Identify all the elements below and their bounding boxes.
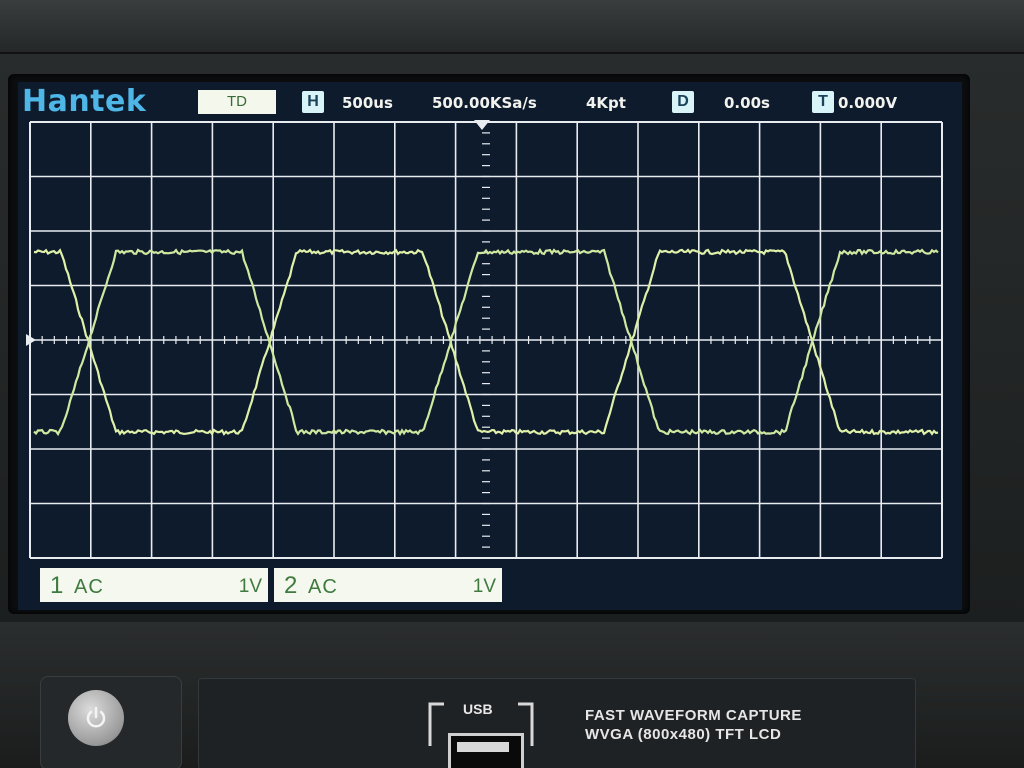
channel-2-info[interactable]: 2 AC 1V [274,568,502,602]
acquisition-mode: TD [198,90,276,114]
power-icon [86,706,106,728]
channel-coupling: AC [74,576,104,598]
channel-coupling: AC [308,576,338,598]
horizontal-marker: H [302,91,324,113]
device-top-edge [0,0,1024,54]
channel-1-info[interactable]: 1 AC 1V [40,568,268,602]
channel-scale: 1V [238,576,262,597]
channel-number: 1 [50,572,64,599]
delay-readout: 0.00s [724,94,770,112]
waveform-display [26,120,943,559]
channel-scale: 1V [472,576,496,597]
trigger-level-readout: 0.000V [838,94,898,112]
delay-marker: D [672,91,694,113]
usb-label: USB [463,701,493,717]
trigger-marker: T [812,91,834,113]
trigger-position-marker [474,120,490,130]
timebase-readout: 500us [342,94,393,112]
channel-1-trace [33,248,939,436]
channel-2-trace [33,247,939,437]
oscilloscope-screen: Hantek TD H 500us 500.00KSa/s 4Kpt D 0.0… [18,82,962,610]
feature-line-2: WVGA (800x480) TFT LCD [585,726,782,743]
oscilloscope-body: Hantek TD H 500us 500.00KSa/s 4Kpt D 0.0… [0,0,1024,768]
usb-port[interactable] [448,733,524,768]
power-button[interactable] [68,690,124,746]
feature-line-1: FAST WAVEFORM CAPTURE [585,707,802,724]
brand-logo: Hantek [22,84,147,119]
io-panel [198,678,916,768]
channel-number: 2 [284,572,298,599]
sample-rate-readout: 500.00KSa/s [432,94,537,112]
memory-depth-readout: 4Kpt [586,94,626,112]
